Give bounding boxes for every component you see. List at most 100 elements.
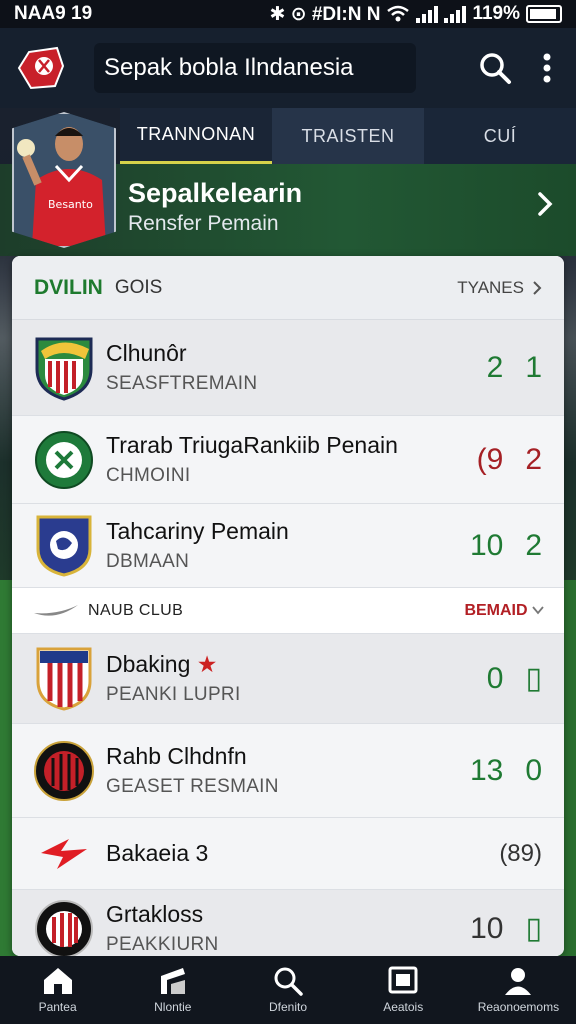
jersey-sponsor-text: Besanto — [48, 198, 93, 211]
nav-label: Nlontie — [154, 1000, 192, 1014]
list-item[interactable]: Grtakloss PEAKKIURN 10 ▯ — [12, 890, 564, 956]
row-subtitle: DBMAAN — [106, 551, 190, 572]
row-title: Trarab TriugaRankiib Penain — [106, 432, 398, 458]
divider-label: NAUB CLUB — [88, 601, 184, 619]
list-item[interactable]: Dbaking ★ PEANKI LUPRI 0 ▯ — [12, 634, 564, 724]
chevron-down-icon — [532, 605, 544, 614]
tab-strip: TRANNONAN TRAISTEN CUÍ — [120, 108, 576, 164]
chevron-right-icon — [533, 280, 542, 295]
chevron-right-icon[interactable] — [536, 190, 554, 218]
signal-icon-2 — [444, 5, 467, 23]
row-title-text: Dbaking — [106, 651, 191, 677]
list-header-label: DVILIN — [34, 275, 103, 299]
row-subtitle: GEASET RESMAIN — [106, 776, 279, 797]
nav-label: Dfenito — [268, 1000, 308, 1014]
score-right: 0 — [525, 753, 542, 787]
club-crest-icon — [32, 428, 96, 492]
row-score: (89) — [499, 840, 542, 868]
row-score: 10 2 — [470, 529, 542, 563]
row-title: Tahcariny Pemain — [106, 518, 289, 544]
transfer-list-card: DVILIN GOIS TYANES Clhunôr SEASFTREMAIN … — [12, 256, 564, 956]
app-bar: Sepak bobla Ilndanesia — [0, 28, 576, 108]
row-score: 2 1 — [487, 351, 542, 385]
list-item[interactable]: Bakaeia 3 (89) — [12, 818, 564, 890]
nav-item-home[interactable]: Pantea — [0, 956, 115, 1024]
score-left: 10 — [470, 911, 504, 945]
club-crest-icon — [32, 897, 96, 956]
profile-icon — [505, 968, 532, 995]
nav-item-search[interactable]: Dfenito — [230, 956, 345, 1024]
nav-item-frame[interactable]: Aeatois — [346, 956, 461, 1024]
score-left: 13 — [469, 753, 504, 787]
score-left: 2 — [486, 350, 504, 384]
nav-label: Reaonoemoms — [477, 1000, 560, 1014]
app-title: Sepak bobla Ilndanesia — [94, 43, 416, 93]
club-crest-icon — [32, 336, 96, 401]
list-item[interactable]: Tahcariny Pemain DBMAAN 10 2 — [12, 504, 564, 588]
row-title: Grtakloss — [106, 901, 204, 927]
list-header: DVILIN GOIS TYANES — [12, 256, 564, 320]
banner-title: Sepalkelearin — [128, 178, 303, 208]
score-badge: (89) — [499, 839, 542, 867]
score-right: 2 — [525, 442, 542, 476]
nav-item-profile[interactable]: Reaonoemoms — [461, 956, 576, 1024]
club-crest-icon — [32, 739, 96, 803]
club-crest-icon — [32, 822, 96, 886]
score-right: 1 — [525, 350, 542, 384]
wifi-icon — [387, 5, 410, 22]
app-actions — [478, 51, 562, 85]
list-item[interactable]: Trarab TriugaRankiib Penain CHMOINI (9 2 — [12, 416, 564, 504]
list-header-link-label: TYANES — [457, 277, 524, 297]
nav-label: Pantea — [38, 1000, 77, 1014]
list-item[interactable]: Clhunôr SEASFTREMAIN 2 1 — [12, 320, 564, 416]
status-time: NAA9 19 — [14, 3, 93, 24]
club-logo-icon[interactable] — [14, 42, 70, 94]
row-title: Clhunôr — [106, 340, 187, 366]
score-left: 10 — [469, 528, 504, 562]
row-score: 10 ▯ — [470, 911, 542, 946]
status-bar: NAA9 19 ✱ ⊙ #DI:N N 119% — [0, 0, 576, 28]
banner-subtitle: Rensfer Pemain — [128, 212, 279, 235]
score-right: ▯ — [525, 912, 542, 945]
row-score: 0 ▯ — [487, 661, 542, 696]
tab-trannonan[interactable]: TRANNONAN — [120, 108, 272, 164]
stadium-icon — [160, 968, 185, 994]
swoosh-icon — [34, 604, 78, 616]
club-crest-icon — [32, 647, 96, 711]
bottom-nav: Pantea Nlontie Dfenito Aeatois Reaonoemo… — [0, 956, 576, 1024]
score-right: 2 — [525, 528, 542, 562]
list-item[interactable]: Rahb Clhdnfn GEASET RESMAIN 13 0 — [12, 724, 564, 818]
row-subtitle: CHMOINI — [106, 465, 191, 486]
tab-cui[interactable]: CUÍ — [424, 108, 576, 164]
search-icon[interactable] — [478, 51, 512, 85]
star-icon: ★ — [196, 651, 218, 677]
divider-action[interactable]: BEMAID — [464, 602, 544, 620]
more-vert-icon[interactable] — [542, 53, 552, 83]
row-subtitle: PEANKI LUPRI — [106, 684, 241, 705]
status-icons-text: ✱ ⊙ #DI:N N — [269, 3, 381, 25]
player-photo: Besanto — [12, 112, 116, 248]
divider-action-label: BEMAID — [464, 601, 528, 619]
score-right: ▯ — [525, 662, 542, 695]
score-left: (9 — [476, 442, 504, 476]
club-crest-icon — [32, 514, 96, 578]
list-header-sub: GOIS — [114, 276, 163, 298]
row-title: Rahb Clhdnfn — [106, 743, 247, 769]
tab-traisten[interactable]: TRAISTEN — [272, 108, 424, 164]
score-left: 0 — [486, 661, 504, 695]
row-subtitle: SEASFTREMAIN — [106, 373, 258, 394]
row-score: (9 2 — [477, 443, 542, 477]
battery-icon — [526, 5, 562, 23]
home-icon — [43, 968, 72, 994]
row-subtitle: PEAKKIURN — [106, 934, 219, 955]
status-indicators: ✱ ⊙ #DI:N N 119% — [269, 3, 562, 26]
nav-label: Aeatois — [383, 1000, 424, 1014]
row-title: Dbaking ★ — [106, 651, 241, 678]
section-divider: NAUB CLUB BEMAID — [12, 588, 564, 634]
list-header-link[interactable]: TYANES — [457, 278, 542, 298]
nav-item-stadium[interactable]: Nlontie — [115, 956, 230, 1024]
signal-icon — [416, 5, 439, 23]
frame-icon — [388, 966, 418, 994]
search-icon — [274, 967, 303, 996]
row-title: Bakaeia 3 — [106, 840, 209, 866]
